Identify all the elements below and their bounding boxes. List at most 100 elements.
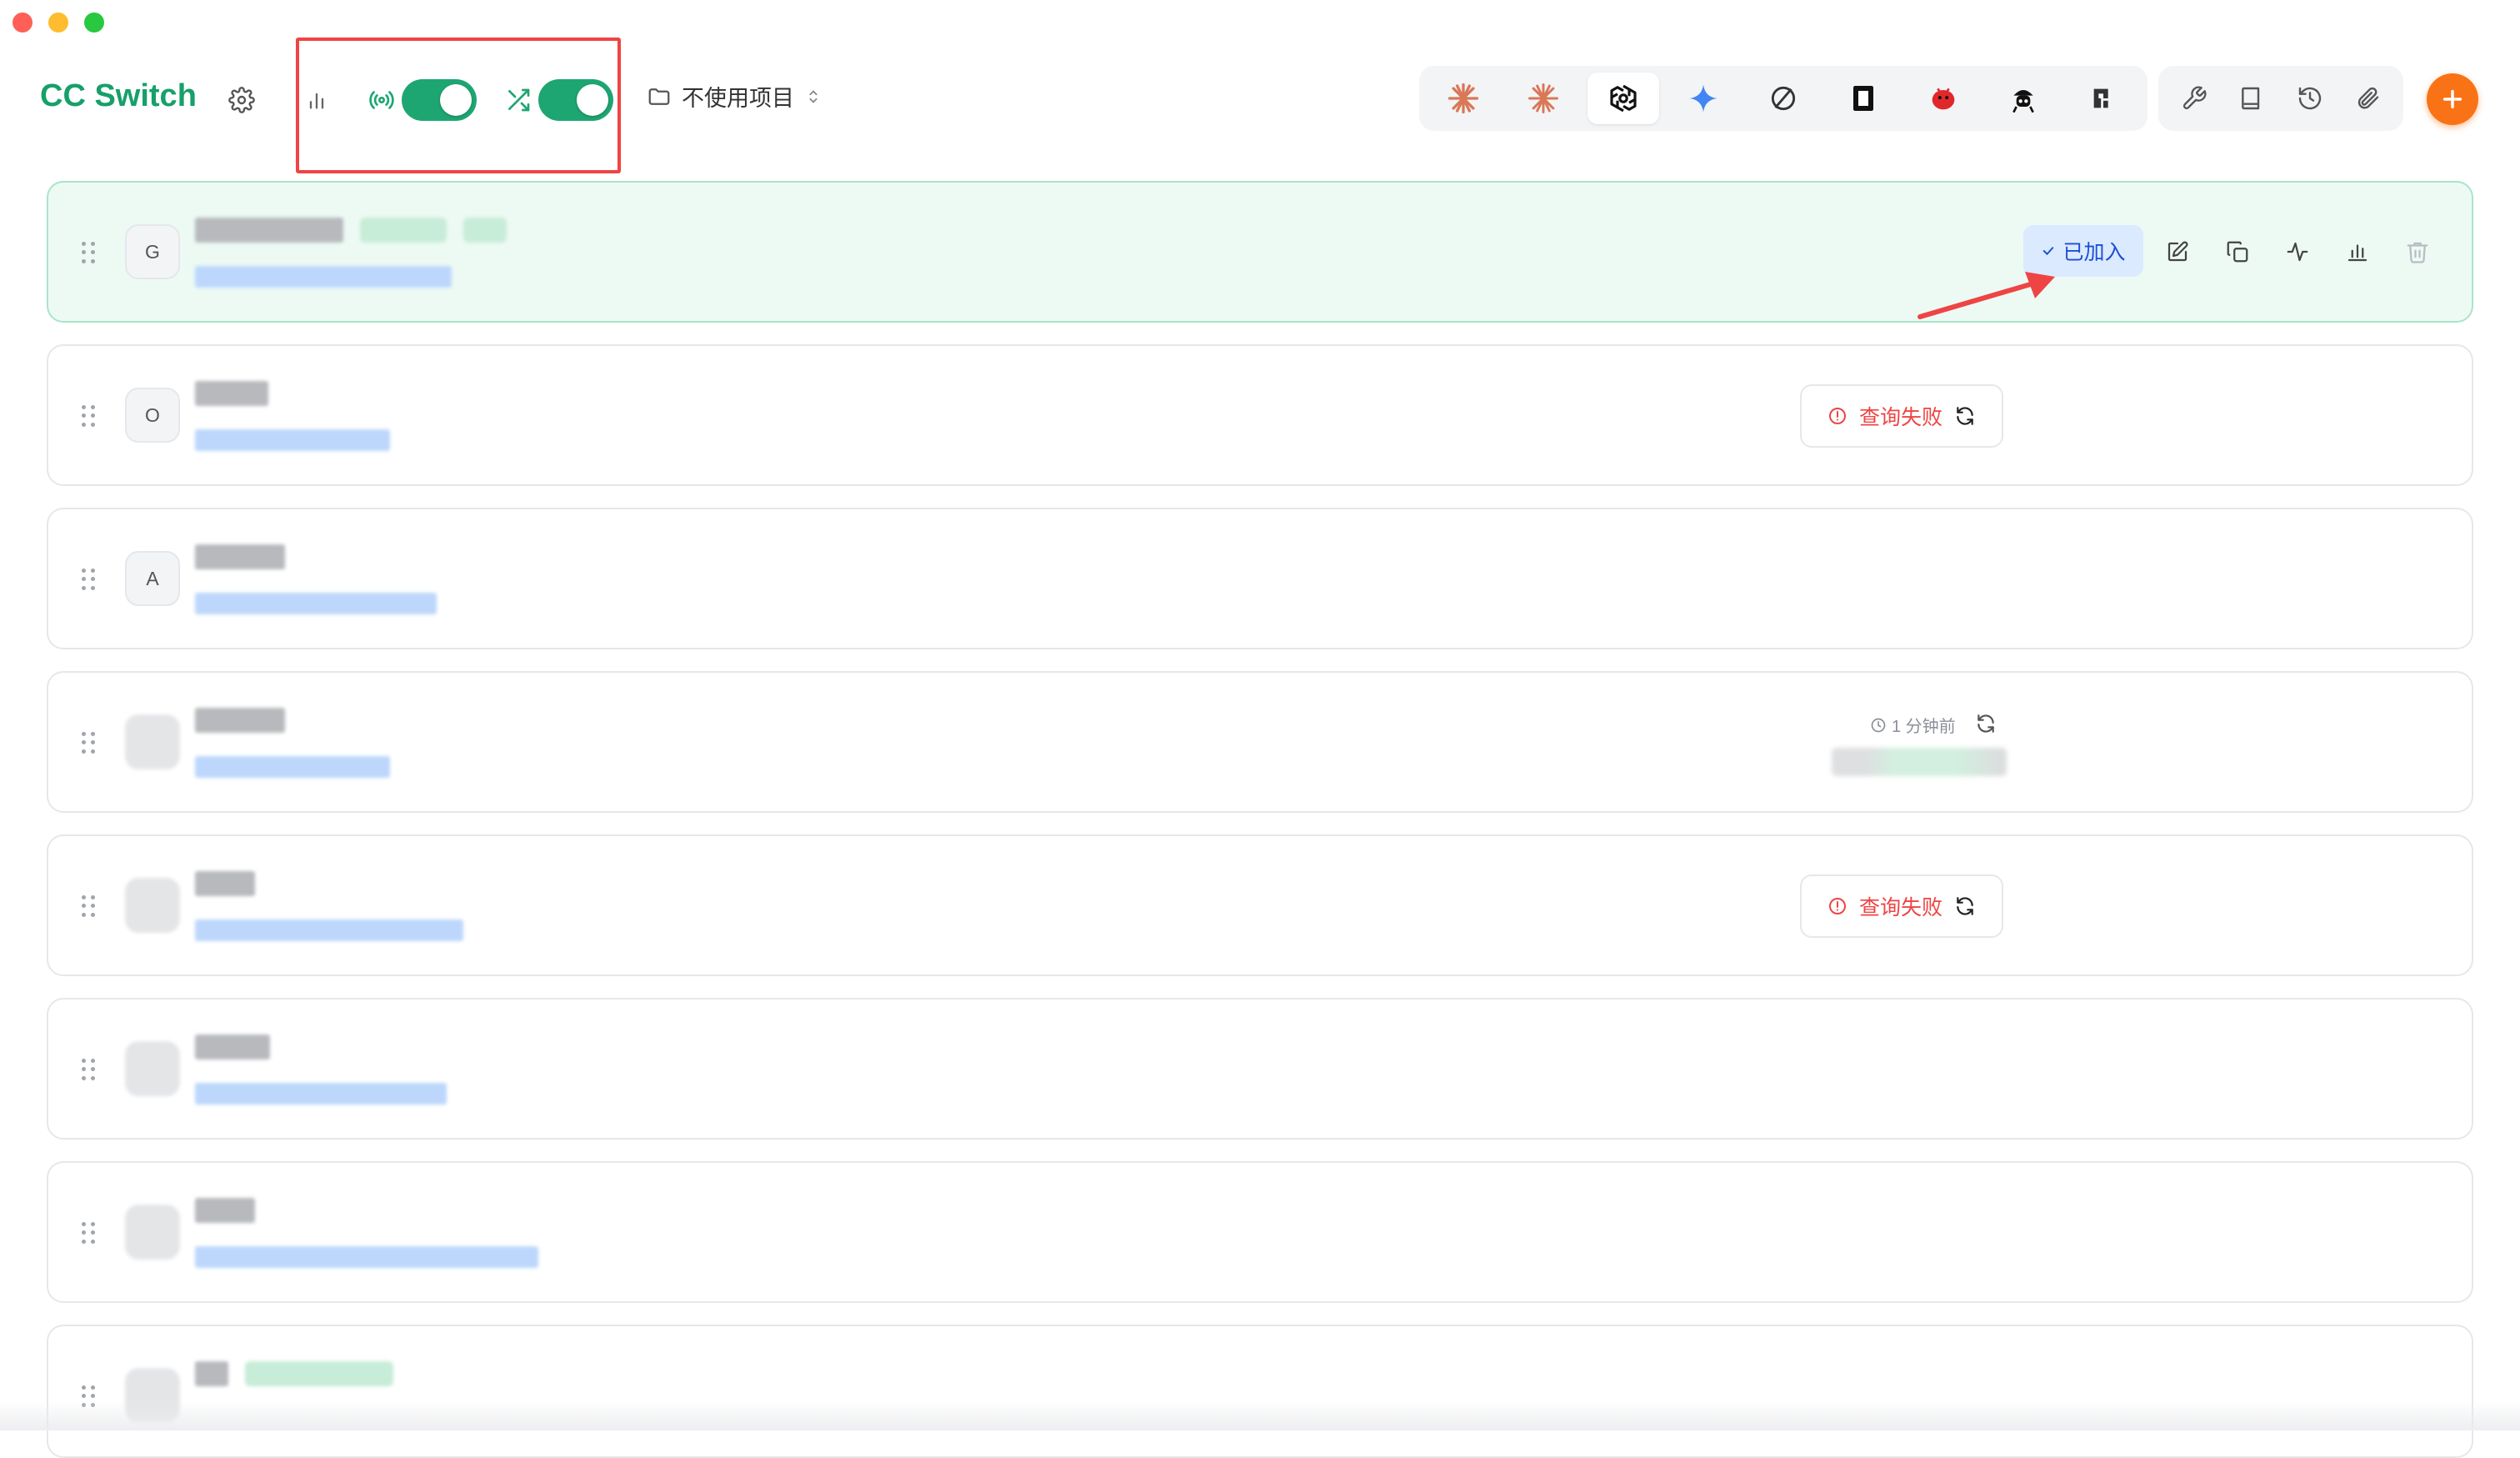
failover-toggle[interactable] (538, 79, 613, 121)
provider-tag-redacted (360, 218, 447, 243)
provider-avatar: A (125, 551, 180, 606)
provider-card[interactable]: 查询失败 (47, 834, 2473, 976)
provider-name-redacted (195, 1361, 228, 1386)
scroll-fade (0, 1400, 2520, 1430)
provider-name-redacted (195, 381, 268, 406)
toggle-knob (440, 84, 472, 116)
add-provider-button[interactable] (2427, 73, 2478, 125)
tools-button[interactable] (2169, 73, 2219, 123)
project-selector[interactable]: 不使用项目 (647, 80, 822, 113)
minimize-window-button[interactable] (48, 13, 68, 33)
provider-avatar-redacted (125, 1041, 180, 1096)
refresh-icon[interactable] (1954, 895, 1976, 917)
paperclip-icon (2358, 87, 2379, 109)
usage-stats-button[interactable] (2338, 233, 2377, 271)
provider-name-redacted (195, 1198, 255, 1223)
provider-card[interactable]: 1 分钟前 (47, 671, 2473, 813)
provider-card[interactable]: G 已加入 (47, 181, 2473, 323)
provider-avatar: G (125, 224, 180, 279)
provider-card[interactable]: A (47, 508, 2473, 649)
provider-card[interactable]: O 查询失败 (47, 344, 2473, 486)
app-red-blob[interactable] (1908, 73, 1979, 124)
openai-codex-icon (1610, 84, 1637, 113)
proxy-label (365, 83, 398, 117)
history-button[interactable] (2285, 73, 2335, 123)
refresh-icon[interactable] (1954, 405, 1976, 427)
provider-name-redacted (195, 544, 285, 569)
provider-name-redacted (195, 708, 285, 733)
card-actions (2158, 233, 2437, 271)
maximize-window-button[interactable] (84, 13, 104, 33)
app-openai-codex[interactable] (1588, 73, 1659, 124)
activity-icon (2287, 242, 2308, 262)
drag-handle-icon[interactable] (82, 732, 95, 754)
edit-icon (2168, 241, 2188, 262)
provider-tag-redacted (463, 218, 507, 243)
tool-bar (2158, 66, 2403, 131)
history-icon (2298, 87, 2321, 110)
drag-handle-icon[interactable] (82, 569, 95, 590)
fail-label: 查询失败 (1858, 406, 1942, 429)
provider-url-redacted (195, 756, 390, 778)
terminal-app-icon (1853, 86, 1873, 111)
provider-url-redacted (195, 1246, 538, 1268)
provider-card[interactable] (47, 1325, 2473, 1458)
attachment-button[interactable] (2342, 73, 2392, 123)
wrench-icon (2182, 86, 2207, 110)
plus-icon (2442, 89, 2462, 109)
drag-handle-icon[interactable] (82, 405, 95, 427)
trash-icon (2407, 242, 2428, 263)
app-opencode[interactable] (1748, 73, 1819, 124)
edit-button[interactable] (2158, 233, 2197, 271)
app-hat-character[interactable] (1988, 73, 2059, 124)
app-claude-code[interactable] (1428, 73, 1499, 124)
claude-code-icon (1448, 83, 1479, 114)
claude-desktop-icon (1528, 83, 1558, 113)
provider-card[interactable] (47, 998, 2473, 1140)
annotation-arrow (1918, 272, 2055, 319)
red-blob-icon (1932, 88, 1955, 110)
book-icon (2242, 87, 2260, 110)
hat-character-icon (2012, 90, 2034, 113)
failover-label (502, 83, 535, 117)
refresh-icon (1978, 714, 1994, 733)
test-latency-button[interactable] (2278, 233, 2317, 271)
provider-avatar-redacted (125, 878, 180, 933)
joined-label: 已加入 (2062, 241, 2126, 264)
docs-button[interactable] (2227, 73, 2277, 123)
provider-name-redacted (195, 1035, 270, 1060)
close-window-button[interactable] (12, 13, 32, 33)
delete-button[interactable] (2398, 233, 2437, 271)
provider-url-redacted (195, 919, 463, 941)
project-label: 不使用项目 (682, 86, 794, 111)
app-terminal[interactable] (1828, 73, 1899, 124)
provider-name-redacted (195, 218, 343, 243)
drag-handle-icon[interactable] (82, 895, 95, 917)
provider-url-redacted (195, 593, 437, 614)
fail-label: 查询失败 (1858, 896, 1942, 919)
app-window: CC Switch 不使用项目 G 已加入 O 查询失败 A 1 分钟前 查询失… (0, 0, 2520, 1458)
time-label: 1 分钟前 (1892, 718, 1956, 736)
app-switcher (1419, 66, 2148, 131)
provider-avatar-redacted (125, 1205, 180, 1260)
drag-handle-icon[interactable] (82, 1059, 95, 1080)
gemini-icon (1689, 84, 1718, 113)
alert-circle-icon (1828, 898, 1846, 914)
provider-avatar: O (125, 388, 180, 443)
toggle-knob (577, 84, 608, 116)
proxy-toggle[interactable] (402, 79, 477, 121)
provider-url-redacted (195, 266, 452, 288)
check-icon (2043, 247, 2054, 256)
window-controls (12, 13, 104, 33)
app-gemini[interactable] (1668, 73, 1739, 124)
settings-button[interactable] (225, 83, 258, 117)
provider-url-redacted (195, 429, 390, 451)
app-claude-desktop[interactable] (1508, 73, 1579, 124)
copy-button[interactable] (2218, 233, 2257, 271)
refresh-quota-button[interactable] (1975, 713, 1997, 739)
provider-card[interactable] (47, 1161, 2473, 1303)
query-failed-chip: 查询失败 (1800, 874, 2003, 938)
app-pixel[interactable] (2068, 73, 2139, 124)
drag-handle-icon[interactable] (82, 1222, 95, 1244)
drag-handle-icon[interactable] (82, 242, 95, 263)
